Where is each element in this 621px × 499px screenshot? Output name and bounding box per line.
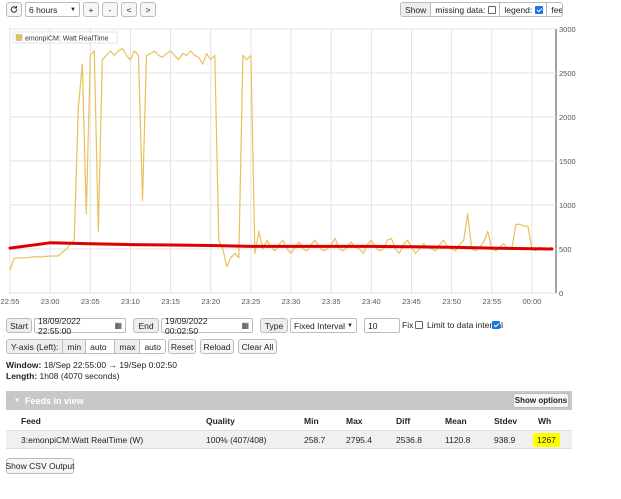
- feed-tag-option[interactable]: feed tag:: [546, 3, 563, 16]
- legend-checkbox[interactable]: [535, 6, 544, 14]
- y-tick-label: 1000: [559, 201, 576, 210]
- col-stdev: Stdev: [494, 415, 518, 426]
- feed-diff: 2536.8: [396, 434, 422, 445]
- feed-wh: 1267: [533, 431, 560, 448]
- start-datetime-field[interactable]: 18/09/2022 22:55:00 ▦: [34, 315, 126, 336]
- show-label: Show: [401, 3, 431, 16]
- length-info: Length: 1h08 (4070 seconds): [6, 372, 119, 381]
- missing-data-option[interactable]: missing data:: [430, 3, 499, 16]
- limit-interval-checkbox[interactable]: [492, 321, 500, 329]
- end-datetime-value: 19/09/2022 00:02:50: [165, 315, 208, 336]
- min-label: min: [62, 340, 86, 353]
- feed-mean: 1120.8: [445, 434, 471, 445]
- feed-wh-value: 1267: [533, 432, 560, 447]
- length-value: 1h08 (4070 seconds): [39, 371, 120, 381]
- yaxis-label: Y-axis (Left):: [7, 340, 63, 353]
- feeds-table-header: Feed Quality Min Max Diff Mean Stdev Wh: [6, 411, 572, 430]
- x-tick-label: 23:05: [81, 297, 100, 306]
- legend-swatch: [15, 34, 23, 41]
- feed-name: 3:emonpiCM:Watt RealTime (W): [21, 434, 144, 445]
- window-label: Window:: [6, 360, 42, 370]
- table-row[interactable]: 3:emonpiCM:Watt RealTime (W) 100% (407/4…: [6, 430, 572, 449]
- zoom-out-button[interactable]: -: [102, 2, 118, 17]
- start-label-button: Start: [6, 318, 32, 333]
- window-value: 18/Sep 22:55:00 → 19/Sep 0:02:50: [43, 360, 177, 370]
- interval-input[interactable]: [364, 318, 400, 333]
- yaxis-group: Y-axis (Left): min auto max auto: [6, 339, 166, 354]
- col-quality: Quality: [206, 415, 235, 426]
- reset-button[interactable]: Reset: [168, 339, 196, 354]
- y-tick-label: 3000: [559, 25, 576, 34]
- feed-stdev: 938.9: [494, 434, 516, 445]
- col-diff: Diff: [396, 415, 411, 426]
- show-options-group: Show missing data: legend: feed tag:: [400, 2, 563, 17]
- end-label-button: End: [133, 318, 159, 333]
- zoom-in-button[interactable]: +: [83, 2, 99, 17]
- missing-data-checkbox[interactable]: [488, 6, 497, 14]
- max-input[interactable]: auto: [139, 340, 165, 353]
- y-tick-label: 0: [559, 289, 563, 298]
- x-tick-label: 23:20: [201, 297, 220, 306]
- feed-quality: 100% (407/408): [206, 434, 267, 445]
- feed-tag-label: feed tag:: [551, 4, 563, 15]
- col-wh: Wh: [538, 415, 552, 426]
- refresh-icon: [10, 6, 18, 13]
- fix-label: Fix: [402, 320, 414, 330]
- x-tick-label: 00:00: [523, 297, 542, 306]
- x-tick-label: 23:40: [362, 297, 381, 306]
- window-info: Window: 18/Sep 22:55:00 → 19/Sep 0:02:50: [6, 361, 177, 370]
- timeframe-select[interactable]: 6 hours ▼: [25, 2, 80, 17]
- chevron-down-icon: ▼: [347, 322, 353, 329]
- col-feed: Feed: [21, 415, 41, 426]
- legend-option[interactable]: legend:: [499, 3, 546, 16]
- x-tick-label: 23:50: [442, 297, 461, 306]
- missing-data-label: missing data:: [435, 4, 486, 15]
- type-select[interactable]: Fixed Interval ▼: [290, 318, 357, 333]
- timeframe-value: 6 hours: [29, 4, 58, 15]
- x-tick-label: 23:00: [41, 297, 60, 306]
- feeds-in-view-bar[interactable]: ▼ Feeds in view Show options: [6, 391, 572, 410]
- reload-button[interactable]: Reload: [200, 339, 234, 354]
- x-tick-label: 23:10: [121, 297, 140, 306]
- calendar-icon[interactable]: ▦: [241, 321, 249, 330]
- feed-max: 2795.4: [346, 434, 372, 445]
- end-datetime-field[interactable]: 19/09/2022 00:02:50 ▦: [161, 315, 253, 336]
- type-label-button: Type: [260, 318, 288, 333]
- calendar-icon[interactable]: ▦: [114, 321, 122, 330]
- length-label: Length:: [6, 371, 38, 381]
- start-datetime-value: 18/09/2022 22:55:00: [38, 315, 81, 336]
- col-min: Min: [304, 415, 319, 426]
- pan-right-button[interactable]: >: [140, 2, 156, 17]
- x-tick-label: 23:30: [282, 297, 301, 306]
- y-tick-label: 2500: [559, 69, 576, 78]
- fix-checkbox[interactable]: [415, 321, 423, 329]
- x-tick-label: 23:15: [161, 297, 180, 306]
- col-mean: Mean: [445, 415, 467, 426]
- x-tick-label: 23:35: [322, 297, 341, 306]
- clear-all-button[interactable]: Clear All: [238, 339, 277, 354]
- col-max: Max: [346, 415, 363, 426]
- y-tick-label: 500: [559, 245, 572, 254]
- legend-label: emonpiCM: Watt RealTime: [25, 36, 109, 43]
- legend-label: legend:: [504, 4, 533, 15]
- collapse-triangle-icon[interactable]: ▼: [14, 398, 20, 404]
- y-tick-label: 2000: [559, 113, 576, 122]
- x-tick-label: 23:25: [241, 297, 260, 306]
- show-csv-output-button[interactable]: Show CSV Output: [6, 458, 75, 474]
- max-label: max: [114, 340, 140, 353]
- x-tick-label: 23:55: [482, 297, 501, 306]
- x-tick-label: 23:45: [402, 297, 421, 306]
- reload-icon-button[interactable]: [6, 2, 22, 17]
- min-input[interactable]: auto: [85, 340, 114, 353]
- feed-min: 258.7: [304, 434, 326, 445]
- show-options-button[interactable]: Show options: [513, 393, 569, 408]
- chevron-down-icon: ▼: [70, 6, 76, 13]
- type-value: Fixed Interval: [294, 320, 346, 331]
- x-tick-label: 22:55: [1, 297, 20, 306]
- pan-left-button[interactable]: <: [121, 2, 137, 17]
- y-tick-label: 1500: [559, 157, 576, 166]
- graph-chart[interactable]: 0 500 1000 1500 2000 2500 3000 22:55 23:00 23:05 2…: [0, 22, 621, 312]
- feeds-title: Feeds in view: [24, 395, 84, 406]
